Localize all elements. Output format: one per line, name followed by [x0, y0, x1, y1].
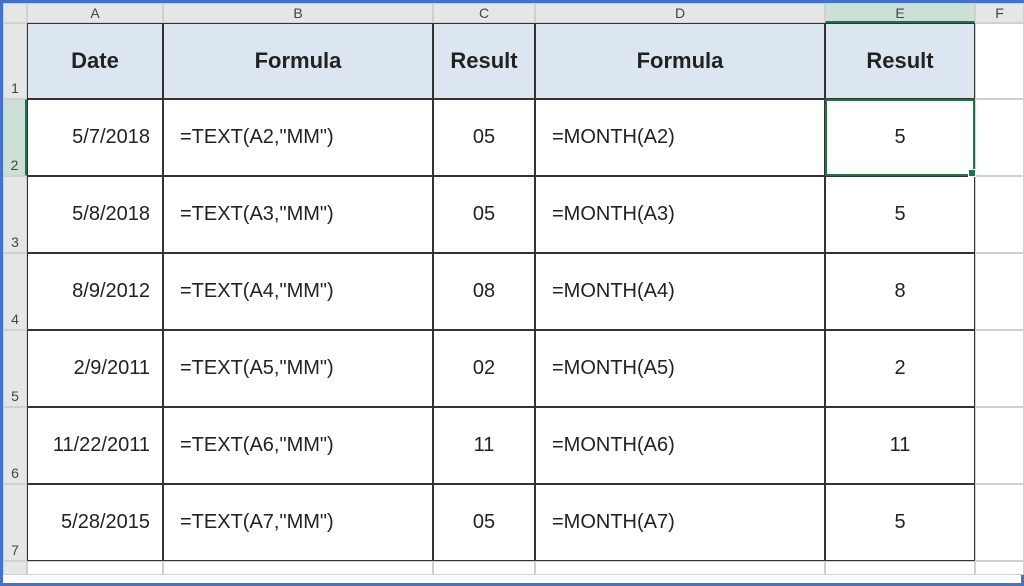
select-all-corner[interactable] — [3, 3, 27, 23]
col-header-e[interactable]: E — [825, 3, 975, 23]
row-header-3[interactable]: 3 — [3, 176, 27, 253]
cell-c8[interactable] — [433, 561, 535, 575]
cell-c4[interactable]: 08 — [433, 253, 535, 330]
cell-d2[interactable]: =MONTH(A2) — [535, 99, 825, 176]
cell-f3[interactable] — [975, 176, 1024, 253]
row-header-2[interactable]: 2 — [3, 99, 27, 176]
header-formula-2[interactable]: Formula — [535, 23, 825, 99]
cell-d4[interactable]: =MONTH(A4) — [535, 253, 825, 330]
cell-a2[interactable]: 5/7/2018 — [27, 99, 163, 176]
cell-a7[interactable]: 5/28/2015 — [27, 484, 163, 561]
cell-a3[interactable]: 5/8/2018 — [27, 176, 163, 253]
cell-a8[interactable] — [27, 561, 163, 575]
cell-f5[interactable] — [975, 330, 1024, 407]
cell-d5[interactable]: =MONTH(A5) — [535, 330, 825, 407]
cell-e5[interactable]: 2 — [825, 330, 975, 407]
col-header-c[interactable]: C — [433, 3, 535, 23]
cell-b5[interactable]: =TEXT(A5,"MM") — [163, 330, 433, 407]
row-header-6[interactable]: 6 — [3, 407, 27, 484]
header-result-2[interactable]: Result — [825, 23, 975, 99]
row-header-4[interactable]: 4 — [3, 253, 27, 330]
cell-b8[interactable] — [163, 561, 433, 575]
cell-e7[interactable]: 5 — [825, 484, 975, 561]
row-header-7[interactable]: 7 — [3, 484, 27, 561]
cell-d6[interactable]: =MONTH(A6) — [535, 407, 825, 484]
cell-f8[interactable] — [975, 561, 1024, 575]
spreadsheet-grid: A B C D E F 1 Date Formula Result Formul… — [3, 3, 1021, 583]
row-header-5[interactable]: 5 — [3, 330, 27, 407]
cell-b2[interactable]: =TEXT(A2,"MM") — [163, 99, 433, 176]
col-header-f[interactable]: F — [975, 3, 1024, 23]
cell-c5[interactable]: 02 — [433, 330, 535, 407]
cell-e2[interactable]: 5 — [825, 99, 975, 176]
header-result-1[interactable]: Result — [433, 23, 535, 99]
cell-e8[interactable] — [825, 561, 975, 575]
cell-f7[interactable] — [975, 484, 1024, 561]
cell-f1[interactable] — [975, 23, 1024, 99]
cell-f4[interactable] — [975, 253, 1024, 330]
cell-e4[interactable]: 8 — [825, 253, 975, 330]
cell-d3[interactable]: =MONTH(A3) — [535, 176, 825, 253]
cell-c6[interactable]: 11 — [433, 407, 535, 484]
cell-e6[interactable]: 11 — [825, 407, 975, 484]
col-header-a[interactable]: A — [27, 3, 163, 23]
cell-c2[interactable]: 05 — [433, 99, 535, 176]
col-header-b[interactable]: B — [163, 3, 433, 23]
cell-f6[interactable] — [975, 407, 1024, 484]
cell-c3[interactable]: 05 — [433, 176, 535, 253]
row-header-8[interactable] — [3, 561, 27, 575]
cell-b7[interactable]: =TEXT(A7,"MM") — [163, 484, 433, 561]
header-date[interactable]: Date — [27, 23, 163, 99]
cell-f2[interactable] — [975, 99, 1024, 176]
cell-b3[interactable]: =TEXT(A3,"MM") — [163, 176, 433, 253]
cell-a6[interactable]: 11/22/2011 — [27, 407, 163, 484]
cell-b6[interactable]: =TEXT(A6,"MM") — [163, 407, 433, 484]
cell-b4[interactable]: =TEXT(A4,"MM") — [163, 253, 433, 330]
cell-c7[interactable]: 05 — [433, 484, 535, 561]
header-formula-1[interactable]: Formula — [163, 23, 433, 99]
cell-d7[interactable]: =MONTH(A7) — [535, 484, 825, 561]
row-header-1[interactable]: 1 — [3, 23, 27, 99]
col-header-d[interactable]: D — [535, 3, 825, 23]
cell-a5[interactable]: 2/9/2011 — [27, 330, 163, 407]
cell-d8[interactable] — [535, 561, 825, 575]
cell-a4[interactable]: 8/9/2012 — [27, 253, 163, 330]
cell-e3[interactable]: 5 — [825, 176, 975, 253]
